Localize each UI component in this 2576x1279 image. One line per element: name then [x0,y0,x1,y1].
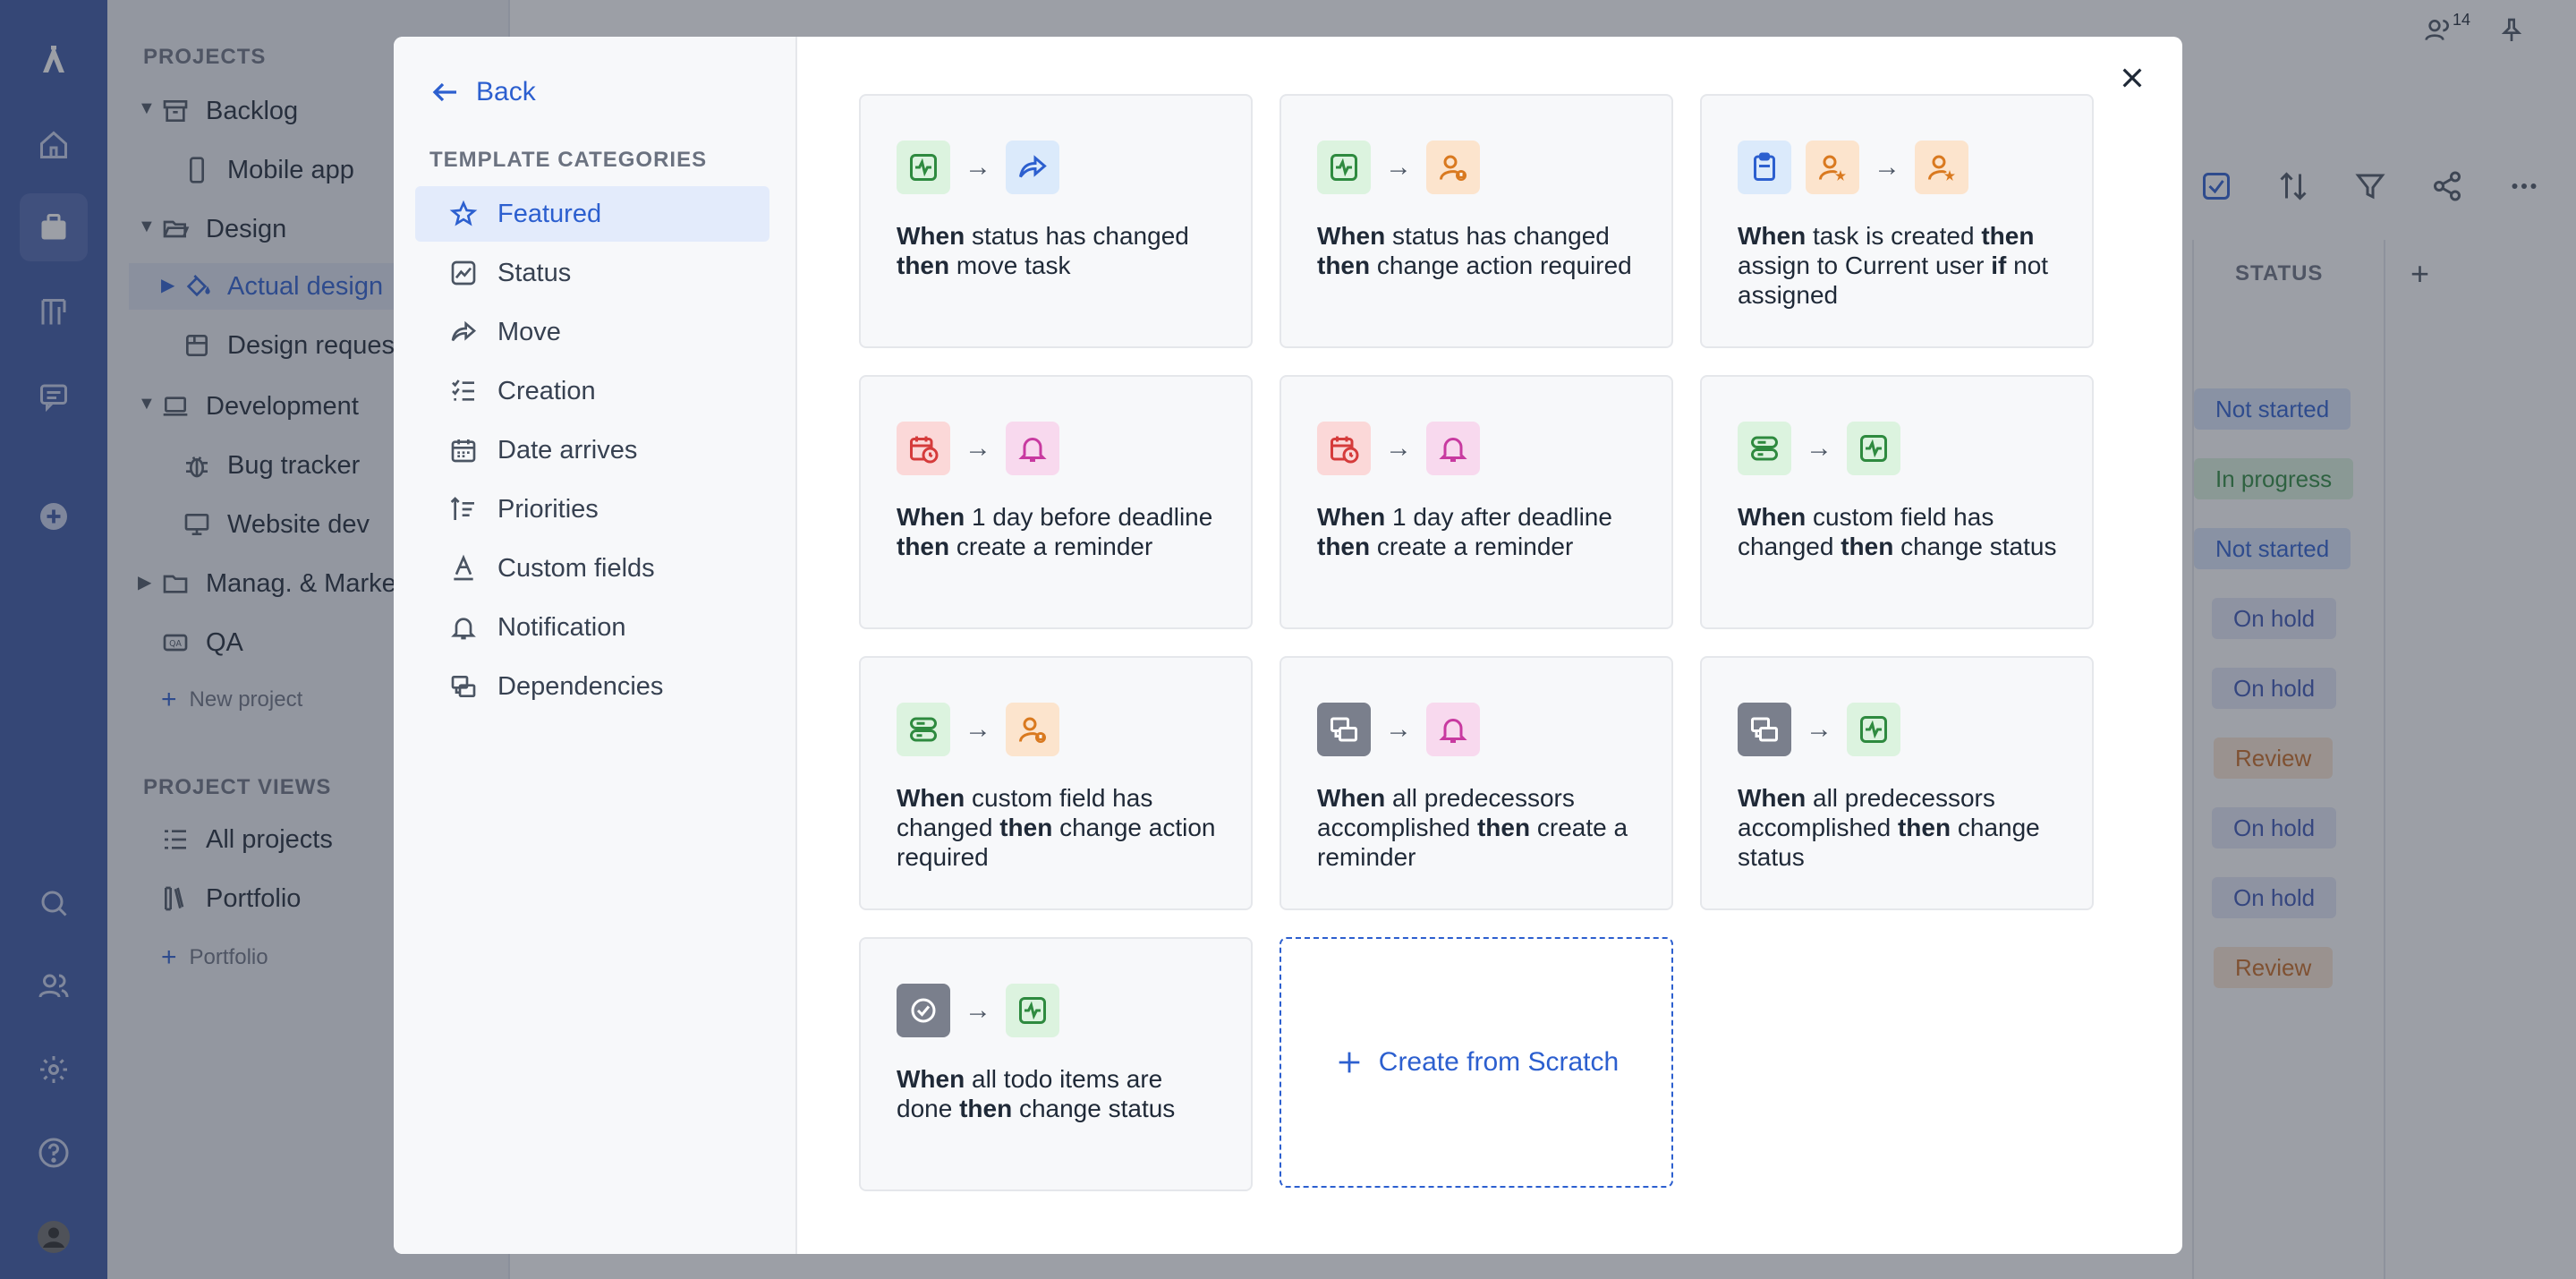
category-status[interactable]: Status [415,245,769,301]
close-button[interactable] [2107,53,2157,103]
star-icon [449,200,478,226]
activity-icon [1317,141,1371,194]
clipboard-icon [1738,141,1791,194]
check-circle-icon [897,984,950,1037]
user-alert-icon [1426,141,1480,194]
calendar-clock-icon [1317,422,1371,475]
template-card[interactable]: → When status has changed then change ac… [1279,94,1673,348]
back-button[interactable]: Back [429,76,536,108]
template-card[interactable]: → When task is created then assign to Cu… [1700,94,2094,348]
plus-icon [1339,1052,1360,1073]
bell-icon [1426,422,1480,475]
template-card[interactable]: → When custom field has changed then cha… [859,656,1253,910]
custom-field-icon [897,703,950,756]
close-icon [2122,68,2142,88]
template-card[interactable]: → When all todo items are done then chan… [859,937,1253,1191]
create-from-scratch-button[interactable]: Create from Scratch [1279,937,1673,1188]
template-card[interactable]: → When 1 day after deadline then create … [1279,375,1673,629]
template-card[interactable]: → When status has changed then move task [859,94,1253,348]
dependencies-icon [1317,703,1371,756]
template-categories-title: TEMPLATE CATEGORIES [429,148,708,172]
template-card[interactable]: → When all predecessors accomplished the… [1700,656,2094,910]
priority-icon [450,497,474,520]
text-field-icon [454,554,473,581]
checklist-icon [452,379,474,401]
bell-icon [1006,422,1059,475]
template-categories-sidebar: Back TEMPLATE CATEGORIES Featured Status… [394,37,797,1254]
template-card[interactable]: → When custom field has changed then cha… [1700,375,2094,629]
automation-templates-modal: Back TEMPLATE CATEGORIES Featured Status… [394,37,2182,1254]
activity-icon [1006,984,1059,1037]
category-dependencies[interactable]: Dependencies [415,659,769,714]
category-creation[interactable]: Creation [415,363,769,419]
dependencies-icon [1738,703,1791,756]
forward-icon [451,320,477,342]
dependencies-icon [451,676,476,697]
category-move[interactable]: Move [415,304,769,360]
category-notification[interactable]: Notification [415,600,769,655]
template-card[interactable]: → When all predecessors accomplished the… [1279,656,1673,910]
activity-icon [897,141,950,194]
user-alert-icon [1006,703,1059,756]
template-card[interactable]: → When 1 day before deadline then create… [859,375,1253,629]
category-date-arrives[interactable]: Date arrives [415,422,769,478]
calendar-clock-icon [897,422,950,475]
calendar-icon [451,439,476,463]
custom-field-icon [1738,422,1791,475]
bell-icon [451,618,476,640]
category-priorities[interactable]: Priorities [415,482,769,537]
move-icon [1006,141,1059,194]
activity-icon [1847,422,1900,475]
arrow-left-icon [432,82,456,102]
user-star-icon [1806,141,1859,194]
status-chart-icon [451,260,476,286]
user-star-icon [1915,141,1968,194]
category-featured[interactable]: Featured [415,186,769,242]
activity-icon [1847,703,1900,756]
bell-icon [1426,703,1480,756]
category-custom-fields[interactable]: Custom fields [415,541,769,596]
